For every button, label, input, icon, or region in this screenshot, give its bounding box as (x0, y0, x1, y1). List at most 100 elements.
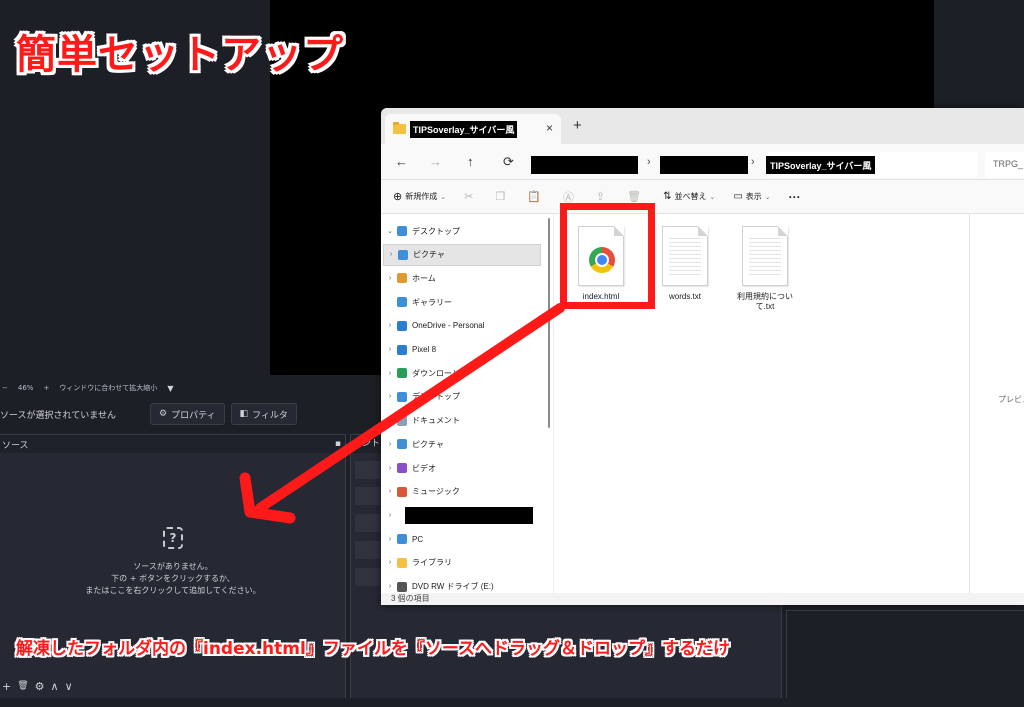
expand-chevron-icon[interactable]: › (383, 322, 397, 329)
source-status-bar: ソースが選択されていません ⚙ プロパティ ◧ フィルタ (0, 399, 380, 429)
no-source-selected-text: ソースが選択されていません (0, 410, 117, 421)
zoom-in-button[interactable]: + (43, 384, 49, 392)
item-count: 3 個の項目 (381, 593, 1024, 605)
expand-chevron-icon[interactable]: › (384, 251, 398, 258)
expand-chevron-icon[interactable]: › (383, 488, 397, 495)
redacted-nav-item (405, 506, 533, 524)
sort-label: 並べ替え (674, 192, 707, 201)
more-options-icon[interactable]: ··· (789, 190, 801, 204)
zoom-fit-label[interactable]: ウィンドウに合わせて拡大縮小 (59, 383, 157, 393)
nav-scrollbar[interactable] (548, 218, 550, 428)
nav-item-icon (397, 391, 407, 402)
new-button[interactable]: ⊕ 新規作成 ⌄ (393, 190, 446, 203)
expand-chevron-icon[interactable]: › (383, 536, 397, 543)
address-bar: ← → ↑ ⟳ › › TIPSoverlay_サイバー風 TRPG_ (381, 144, 1024, 180)
highlight-box (560, 203, 655, 309)
control-button[interactable] (355, 568, 383, 586)
navigation-pane: ⌄ デスクトップ › ピクチャ › ホーム ギャラリー › OneDrive - Persona… (381, 214, 551, 593)
expand-chevron-icon[interactable]: › (383, 465, 397, 472)
properties-button[interactable]: ⚙ プロパティ (150, 403, 225, 425)
delete-icon[interactable]: 🗑 (627, 190, 641, 203)
file-item-terms-txt[interactable]: 利用規約について.txt (730, 226, 800, 312)
control-button[interactable] (355, 541, 383, 559)
share-icon[interactable]: ⇪ (596, 190, 605, 203)
headline-annotation: 簡単セットアップ (16, 32, 344, 78)
forward-arrow-icon[interactable]: → (429, 154, 442, 169)
back-arrow-icon[interactable]: ← (395, 154, 408, 169)
search-input[interactable]: TRPG_ (985, 152, 1024, 178)
nav-item[interactable]: › ドキュメント (383, 410, 541, 432)
sort-button[interactable]: ⇅ 並べ替え ⌄ (663, 191, 715, 202)
expand-chevron-icon[interactable]: › (383, 512, 397, 519)
source-settings-button[interactable]: ⚙ (35, 680, 45, 693)
expand-chevron-icon[interactable]: › (383, 417, 397, 424)
nav-item[interactable]: › Pixel 8 (383, 339, 541, 361)
close-tab-icon[interactable]: × (546, 121, 553, 135)
nav-item-label: ギャラリー (412, 297, 452, 307)
sort-icon: ⇅ (663, 191, 672, 202)
nav-item[interactable]: › デスクトップ (383, 386, 541, 408)
nav-item-label: ホーム (412, 273, 436, 283)
nav-item[interactable]: › ホーム (383, 267, 541, 289)
empty-line-1: ソースがありません。 (133, 562, 213, 571)
control-button[interactable] (355, 514, 383, 532)
nav-item-icon (397, 226, 407, 236)
folder-icon (393, 122, 406, 134)
nav-item-label: PC (412, 534, 424, 544)
expand-chevron-icon[interactable]: › (383, 393, 397, 400)
empty-line-2: 下の + ボタンをクリックするか、 (111, 574, 235, 583)
expand-chevron-icon[interactable]: › (383, 441, 397, 448)
preview-label: プレビュ (998, 395, 1024, 404)
nav-item[interactable]: › OneDrive - Personal (383, 315, 541, 337)
explorer-tab[interactable]: TIPSoverlay_サイバー風 × (385, 114, 561, 144)
new-tab-button[interactable]: + (573, 117, 582, 134)
move-down-button[interactable]: ∨ (65, 680, 73, 693)
nav-item[interactable]: › ピクチャ (383, 243, 541, 266)
control-button[interactable] (355, 461, 383, 479)
nav-item[interactable]: ギャラリー (383, 291, 541, 313)
nav-item-icon (398, 249, 408, 260)
zoom-out-button[interactable]: − (2, 384, 8, 392)
chevron-right-icon[interactable]: › (751, 156, 755, 168)
expand-chevron-icon[interactable]: › (383, 370, 397, 377)
breadcrumb-current-folder[interactable]: TIPSoverlay_サイバー風 (766, 156, 876, 174)
nav-item[interactable]: › ピクチャ (383, 433, 541, 455)
expand-chevron-icon[interactable]: › (383, 275, 397, 282)
chevron-right-icon[interactable]: › (647, 156, 651, 168)
nav-item[interactable]: › ビデオ (383, 457, 541, 479)
expand-chevron-icon[interactable]: › (383, 559, 397, 566)
new-label: 新規作成 (405, 192, 438, 201)
breadcrumb-redacted-1[interactable] (531, 156, 638, 174)
nav-item[interactable]: › ミュージック (383, 481, 541, 503)
expand-chevron-icon[interactable]: › (383, 583, 397, 590)
refresh-icon[interactable]: ⟳ (503, 154, 514, 170)
zoom-dropdown-icon[interactable]: ▼ (167, 384, 173, 393)
cut-icon[interactable]: ✂ (464, 190, 473, 203)
move-up-button[interactable]: ∧ (51, 680, 59, 693)
nav-item[interactable]: › ダウンロード (383, 362, 541, 384)
nav-item-label: デスクトップ (412, 392, 460, 402)
nav-item[interactable]: › ライブラリ (383, 552, 541, 574)
copy-icon[interactable]: ❐ (495, 190, 505, 203)
nav-item[interactable]: ⌄ デスクトップ (383, 220, 541, 242)
breadcrumb-redacted-2[interactable] (660, 156, 748, 174)
nav-item-label: デスクトップ (412, 226, 460, 236)
view-button[interactable]: ▭ 表示 ⌄ (733, 191, 770, 202)
file-item-words-txt[interactable]: words.txt (650, 226, 720, 302)
control-button[interactable] (355, 487, 383, 505)
add-source-button[interactable]: + (2, 680, 11, 693)
nav-item[interactable]: › (383, 504, 541, 526)
nav-item-icon (397, 344, 407, 355)
nav-item-icon (397, 320, 407, 331)
nav-item-label: DVD RW ドライブ (E:) (412, 582, 494, 591)
nav-item-label: ミュージック (412, 487, 460, 497)
remove-source-button[interactable]: 🗑 (17, 681, 28, 691)
dock-menu-icon[interactable]: ▪ (335, 439, 341, 449)
paste-icon[interactable]: 📋 (527, 190, 541, 203)
expand-chevron-icon[interactable]: ⌄ (383, 227, 397, 235)
expand-chevron-icon[interactable]: › (383, 346, 397, 353)
filters-button[interactable]: ◧ フィルタ (230, 403, 297, 425)
gear-icon: ⚙ (159, 409, 168, 419)
nav-item[interactable]: › PC (383, 528, 541, 550)
up-arrow-icon[interactable]: ↑ (467, 154, 474, 169)
